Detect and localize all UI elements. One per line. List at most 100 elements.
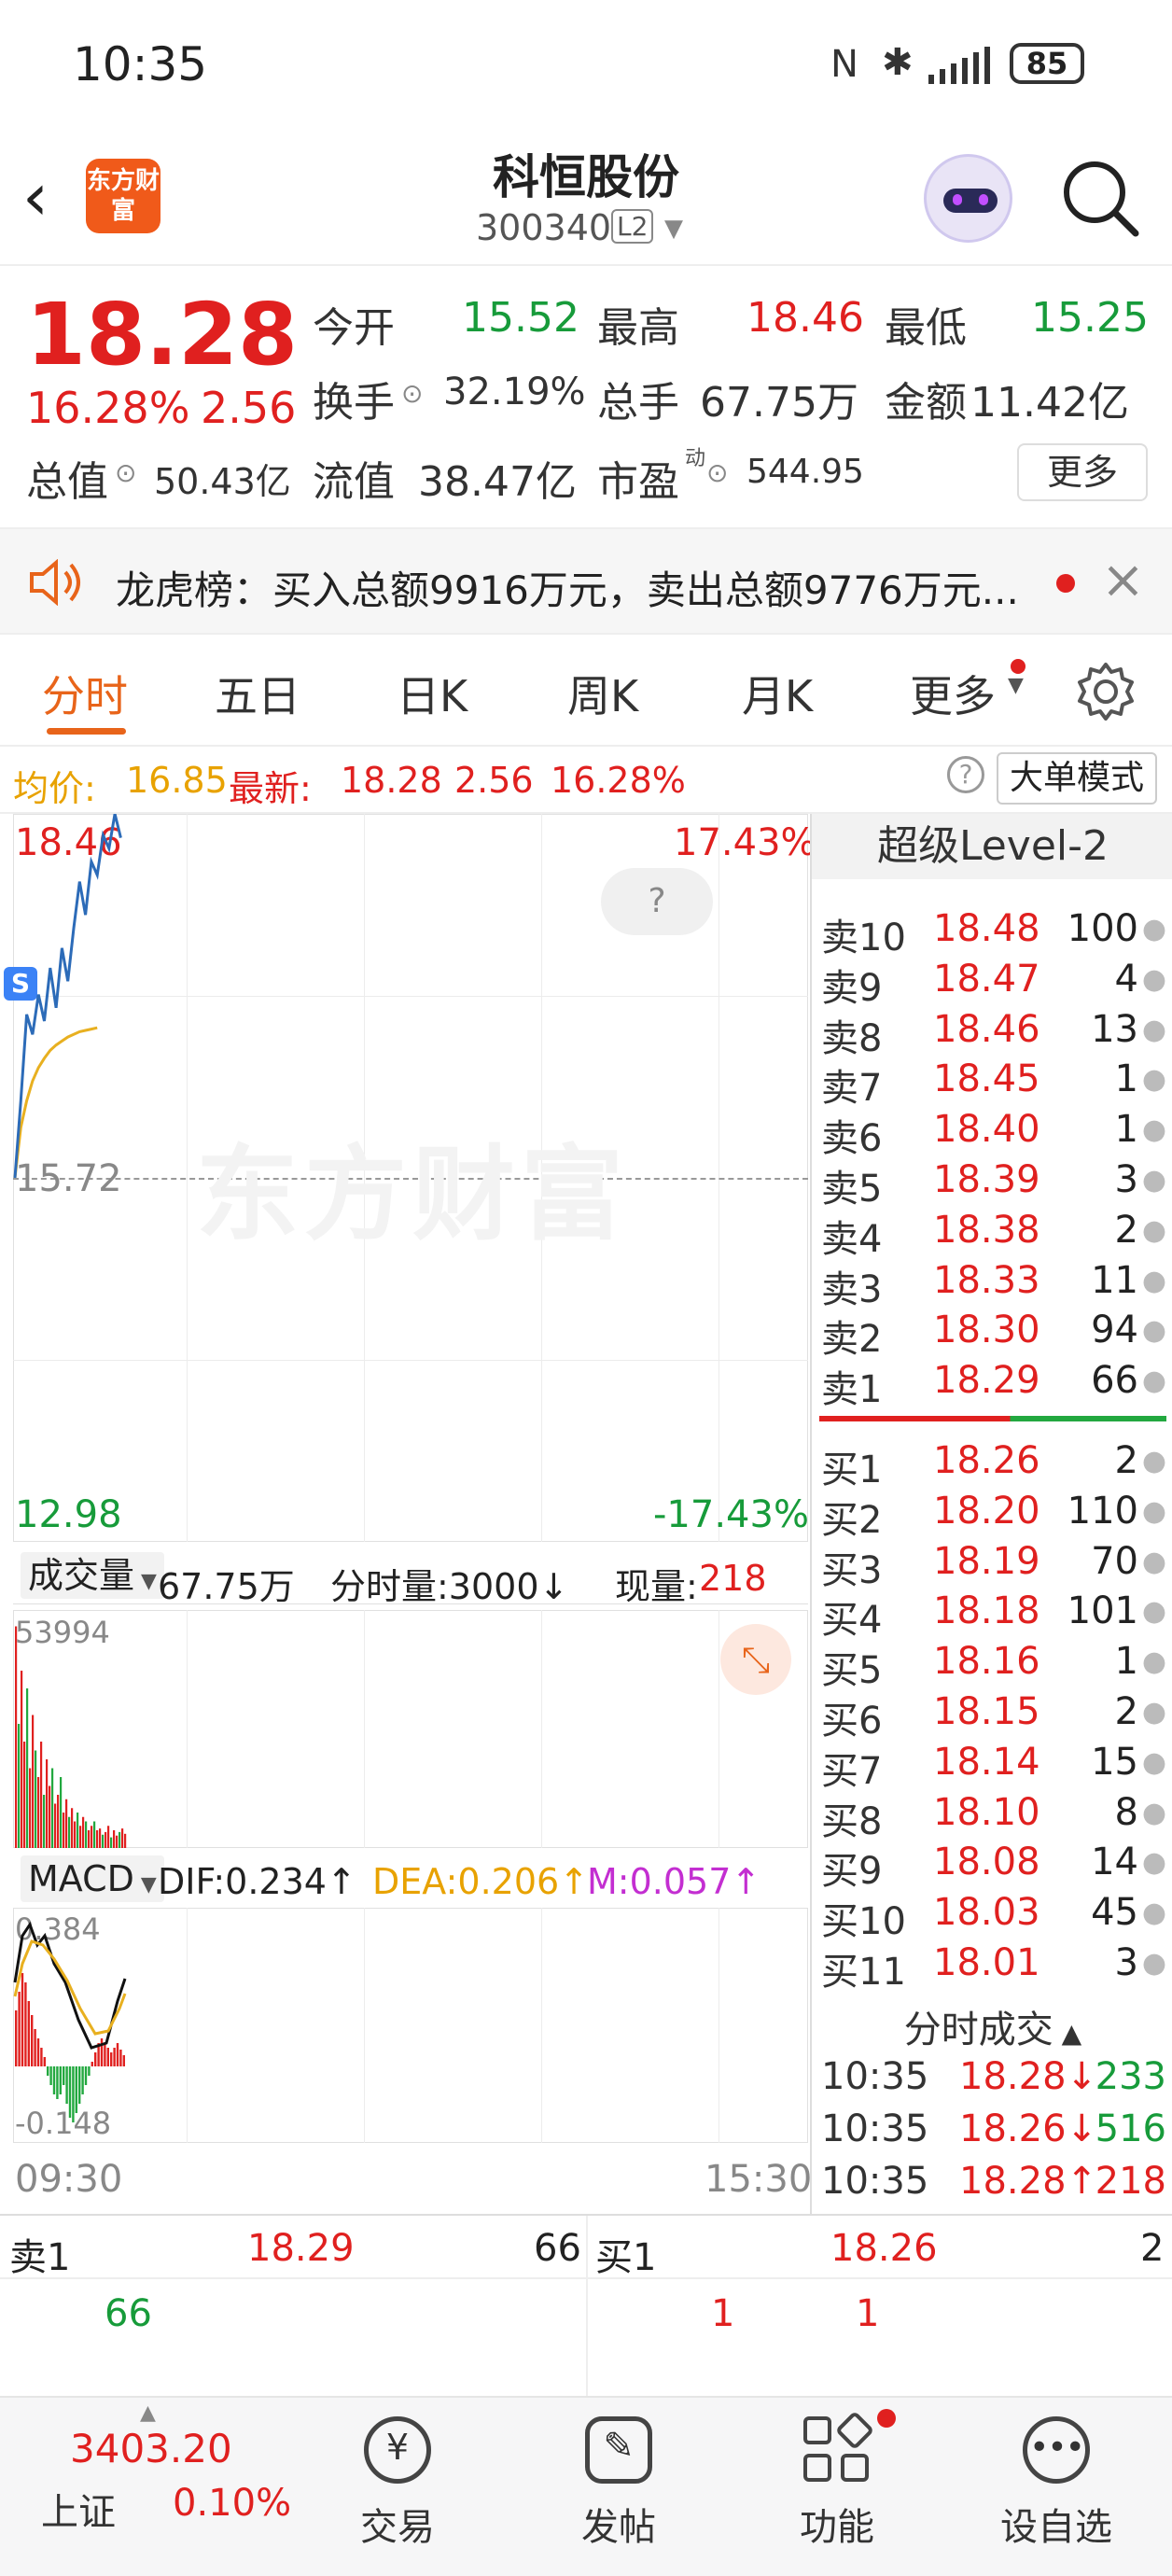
- bid-row[interactable]: 买9 18.08 14 ●: [821, 1841, 1166, 1893]
- bid-row[interactable]: 买1 18.26 2 ●: [821, 1439, 1166, 1491]
- volume-bar: [116, 1835, 119, 1848]
- bid-row[interactable]: 买10 18.03 45 ●: [821, 1891, 1166, 1943]
- change-value: 2.56: [201, 383, 297, 433]
- macd-bar: [27, 2001, 30, 2066]
- dot-icon: ●: [1141, 962, 1166, 996]
- index-name: 上证: [41, 2491, 116, 2534]
- ask-row[interactable]: 卖6 18.40 1 ●: [821, 1108, 1166, 1160]
- macd-selector[interactable]: MACD ▼: [21, 1855, 164, 1902]
- tab-five-day[interactable]: 五日: [215, 663, 300, 724]
- close-icon[interactable]: ×: [1101, 550, 1145, 610]
- help-icon[interactable]: ?: [947, 756, 984, 793]
- unread-dot: [877, 2409, 896, 2428]
- macd-dif: DIF:0.234↑: [158, 1861, 356, 1902]
- last-label: 最新:: [229, 768, 312, 809]
- ask-qty: 94: [1091, 1309, 1138, 1352]
- trade-qty: 516: [1095, 2107, 1166, 2150]
- macd-bar: [47, 2066, 49, 2076]
- volume-selector[interactable]: 成交量 ▼: [21, 1552, 164, 1599]
- bid-level: 买6: [821, 1700, 883, 1743]
- bid-row[interactable]: 买7 18.14 15 ●: [821, 1740, 1166, 1793]
- bid-row[interactable]: 买8 18.10 8 ●: [821, 1791, 1166, 1843]
- tab-monthly-k[interactable]: 月K: [742, 663, 813, 724]
- dot-icon: ●: [1141, 1645, 1166, 1679]
- macd-bar: [18, 1992, 21, 2066]
- tab-more[interactable]: 更多: [910, 663, 996, 724]
- macd-bar: [110, 2052, 113, 2066]
- trade-price: 18.28↓: [959, 2055, 1098, 2098]
- bid-price: 18.20: [933, 1489, 1040, 1533]
- more-button[interactable]: 更多: [1017, 443, 1148, 501]
- bottom-bid-label: 买1: [595, 2236, 657, 2279]
- volume-bar: [121, 1828, 124, 1848]
- ask-price: 18.33: [933, 1258, 1040, 1302]
- bid-row[interactable]: 买11 18.01 3 ●: [821, 1941, 1166, 1994]
- ask-level: 卖2: [821, 1318, 883, 1362]
- tick-volume[interactable]: 分时量:3000↓: [330, 1558, 568, 1609]
- tab-daily-k[interactable]: 日K: [397, 663, 467, 724]
- macd-bar: [34, 2029, 36, 2066]
- macd-bar: [49, 2066, 52, 2085]
- level2-title[interactable]: 超级Level-2: [812, 814, 1172, 879]
- nav-trade[interactable]: ¥ 交易: [304, 2416, 491, 2551]
- search-icon[interactable]: [1059, 157, 1143, 241]
- ask-row[interactable]: 卖8 18.46 13 ●: [821, 1007, 1166, 1060]
- bid-row[interactable]: 买6 18.15 2 ●: [821, 1690, 1166, 1743]
- robot-avatar-icon[interactable]: [924, 154, 1012, 243]
- ask-row[interactable]: 卖3 18.33 11 ●: [821, 1258, 1166, 1311]
- info-icon[interactable]: ⊙: [706, 457, 728, 488]
- bid-row[interactable]: 买4 18.18 101 ●: [821, 1589, 1166, 1642]
- ask-row[interactable]: 卖9 18.47 4 ●: [821, 958, 1166, 1010]
- ask-qty: 11: [1091, 1258, 1138, 1302]
- pe-superscript: 动: [685, 447, 706, 470]
- bid-qty: 70: [1091, 1539, 1138, 1583]
- ask-row[interactable]: 卖7 18.45 1 ●: [821, 1057, 1166, 1110]
- nav-post[interactable]: ✎ 发帖: [525, 2416, 712, 2551]
- macd-bar: [100, 2038, 104, 2066]
- chevron-down-icon[interactable]: ▼: [664, 215, 683, 243]
- volume-bar: [85, 1821, 88, 1848]
- macd-bar: [119, 2050, 122, 2066]
- volume-bar: [49, 1785, 51, 1848]
- ask-price: 18.46: [933, 1007, 1040, 1051]
- nav-add-watchlist[interactable]: ••• 设自选: [963, 2416, 1150, 2551]
- dragon-tiger-notice[interactable]: 龙虎榜：买入总额9916万元，卖出总额9776万元... ×: [0, 527, 1172, 635]
- nav-functions[interactable]: 功能: [744, 2409, 930, 2551]
- macd-bar: [81, 2066, 84, 2094]
- macd-bar: [94, 2052, 97, 2066]
- ask-row[interactable]: 卖4 18.38 2 ●: [821, 1209, 1166, 1261]
- ask-row[interactable]: 卖5 18.39 3 ●: [821, 1158, 1166, 1211]
- bid-price: 18.18: [933, 1589, 1040, 1633]
- intraday-chart[interactable]: 东方财富 18.46 17.43% 15.72 12.98 -17.43% ? …: [0, 814, 816, 2214]
- info-icon[interactable]: ⊙: [115, 457, 136, 488]
- ask-price: 18.48: [933, 907, 1040, 950]
- trade-time: 10:35: [821, 2160, 929, 2203]
- bottom-bid-detail-1: 1: [711, 2292, 735, 2335]
- amount-value: 11.42亿: [970, 379, 1129, 427]
- dot-icon: ●: [1141, 1846, 1166, 1880]
- tab-intraday[interactable]: 分时: [42, 663, 128, 724]
- bid-qty: 15: [1091, 1740, 1138, 1784]
- settings-gear-icon[interactable]: [1075, 661, 1137, 722]
- index-ticker[interactable]: ▲ 3403.20 上证 0.10%: [0, 2398, 291, 2575]
- info-icon[interactable]: ⊙: [401, 378, 423, 409]
- bid-row[interactable]: 买3 18.19 70 ●: [821, 1539, 1166, 1592]
- ask-row[interactable]: 卖1 18.29 66 ●: [821, 1359, 1166, 1411]
- volume-bar: [43, 1795, 46, 1848]
- ask-row[interactable]: 卖10 18.48 100 ●: [821, 907, 1166, 959]
- bid-price: 18.15: [933, 1690, 1040, 1733]
- macd-bar: [68, 2066, 72, 2118]
- trades-title[interactable]: 分时成交 ▲: [812, 1999, 1172, 2053]
- ask-price: 18.39: [933, 1158, 1040, 1201]
- bid-row[interactable]: 买5 18.16 1 ●: [821, 1640, 1166, 1692]
- tab-weekly-k[interactable]: 周K: [567, 663, 638, 724]
- trade-row: 10:35 18.28↓ 233: [821, 2055, 1166, 2107]
- expand-icon[interactable]: ⤡: [720, 1624, 791, 1695]
- bid-level: 买5: [821, 1649, 883, 1693]
- trade-price: 18.28↑: [959, 2160, 1098, 2203]
- mktcap-value: 50.43亿: [154, 461, 291, 502]
- volume-bar: [35, 1750, 37, 1848]
- bid-row[interactable]: 买2 18.20 110 ●: [821, 1489, 1166, 1542]
- ask-row[interactable]: 卖2 18.30 94 ●: [821, 1309, 1166, 1361]
- large-order-mode-button[interactable]: 大单模式: [997, 752, 1157, 805]
